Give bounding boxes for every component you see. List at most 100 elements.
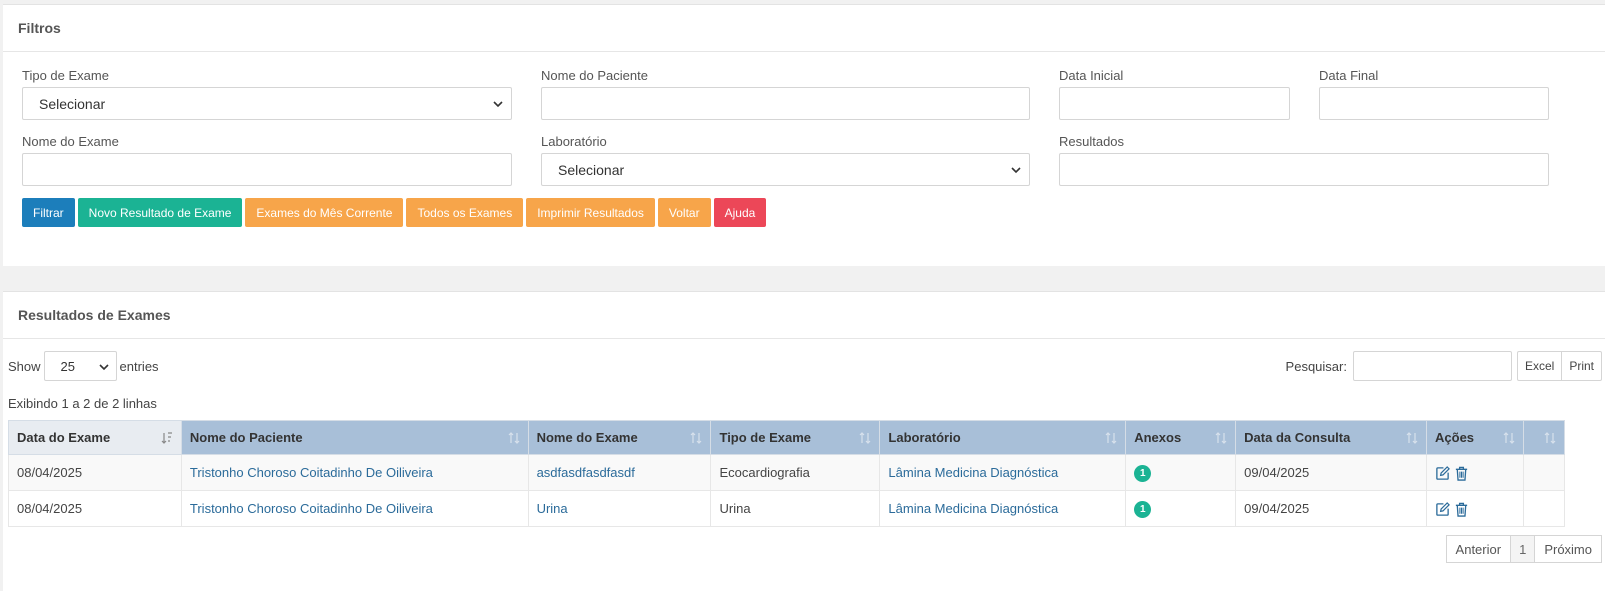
- laboratorio-label: Laboratório: [541, 134, 607, 149]
- filter-buttons: Filtrar Novo Resultado de Exame Exames d…: [22, 198, 767, 227]
- col-label: Tipo de Exame: [719, 430, 811, 445]
- search-input[interactable]: [1352, 351, 1512, 381]
- todos-exames-button[interactable]: Todos os Exames: [406, 198, 524, 227]
- entries-value: 25: [60, 358, 75, 374]
- patient-link[interactable]: Tristonho Choroso Coitadinho De Oiliveir…: [190, 465, 433, 480]
- nome-paciente-input[interactable]: [541, 87, 1030, 120]
- sort-icon: [1544, 432, 1556, 444]
- col-label: Ações: [1435, 430, 1475, 445]
- exam-link[interactable]: Urina: [537, 501, 568, 516]
- laboratorio-value: Selecionar: [558, 161, 625, 178]
- results-table: Data do Exame Nome do Paciente Nome do E…: [8, 420, 1566, 527]
- laboratory-link[interactable]: Lâmina Medicina Diagnóstica: [888, 465, 1058, 480]
- exames-mes-corrente-button[interactable]: Exames do Mês Corrente: [245, 198, 404, 227]
- laboratory-link[interactable]: Lâmina Medicina Diagnóstica: [888, 501, 1058, 516]
- col-label: Laboratório: [888, 430, 961, 445]
- attachments-badge[interactable]: 1: [1134, 500, 1152, 518]
- tipo-exame-value: Selecionar: [39, 95, 106, 112]
- patient-link[interactable]: Tristonho Choroso Coitadinho De Oiliveir…: [190, 501, 433, 516]
- col-label: Nome do Paciente: [189, 430, 303, 445]
- data-inicial-input[interactable]: [1059, 87, 1290, 120]
- show-entries: Show 25 entries: [8, 351, 159, 381]
- nome-paciente-label: Nome do Paciente: [541, 68, 648, 83]
- attachments-badge[interactable]: 1: [1134, 464, 1152, 482]
- imprimir-resultados-button[interactable]: Imprimir Resultados: [526, 198, 655, 227]
- filtrar-button[interactable]: Filtrar: [22, 198, 75, 227]
- sort-icon: [1215, 432, 1227, 444]
- data-inicial-field: Data Inicial: [1059, 68, 1290, 120]
- edit-icon[interactable]: [1435, 465, 1450, 481]
- results-panel: Resultados de Exames Show 25 entries Pes…: [3, 291, 1605, 591]
- chevron-down-icon: [493, 101, 503, 108]
- tipo-exame-field: Tipo de Exame Selecionar: [22, 68, 512, 120]
- sort-asc-icon: [161, 432, 172, 444]
- chevron-down-icon: [98, 364, 109, 371]
- col-nome-exame[interactable]: Nome do Exame: [527, 420, 712, 455]
- nome-exame-input[interactable]: [22, 153, 512, 186]
- col-laboratorio[interactable]: Laboratório: [879, 420, 1127, 455]
- voltar-button[interactable]: Voltar: [657, 198, 711, 227]
- col-label: Nome do Exame: [536, 430, 638, 445]
- col-nome-paciente[interactable]: Nome do Paciente: [180, 420, 529, 455]
- col-acoes[interactable]: Ações: [1426, 420, 1524, 455]
- resultados-input[interactable]: [1059, 153, 1549, 186]
- chevron-down-icon: [1011, 167, 1021, 174]
- page-1-button[interactable]: 1: [1511, 535, 1536, 563]
- resultados-label: Resultados: [1059, 134, 1125, 149]
- data-inicial-label: Data Inicial: [1059, 68, 1124, 83]
- table-row: 08/04/2025 Tristonho Choroso Coitadinho …: [8, 490, 1566, 527]
- tipo-exame-select[interactable]: Selecionar: [22, 87, 512, 120]
- cell-data-exame: 08/04/2025: [8, 490, 182, 527]
- sort-icon: [508, 432, 520, 444]
- print-button[interactable]: Print: [1562, 351, 1602, 381]
- laboratorio-field: Laboratório Selecionar: [541, 134, 1030, 186]
- cell-tipo-exame: Urina: [710, 490, 881, 527]
- col-extra[interactable]: [1522, 420, 1566, 455]
- ajuda-button[interactable]: Ajuda: [713, 198, 767, 227]
- trash-icon[interactable]: [1454, 466, 1469, 481]
- nome-paciente-field: Nome do Paciente: [541, 68, 1030, 120]
- nome-exame-field: Nome do Exame: [22, 134, 512, 186]
- cell-data-consulta: 09/04/2025: [1235, 454, 1428, 491]
- laboratorio-select[interactable]: Selecionar: [541, 153, 1030, 186]
- nome-exame-label: Nome do Exame: [22, 134, 119, 149]
- table-info: Exibindo 1 a 2 de 2 linhas: [8, 396, 157, 411]
- search-label: Pesquisar:: [1285, 358, 1347, 374]
- excel-button[interactable]: Excel: [1516, 351, 1563, 381]
- cell-extra: [1522, 490, 1566, 527]
- col-data-exame[interactable]: Data do Exame: [8, 420, 182, 455]
- sort-icon: [691, 432, 702, 444]
- row-actions: [1435, 501, 1469, 517]
- prev-page-button[interactable]: Anterior: [1445, 535, 1512, 563]
- filters-panel: Filtros Tipo de Exame Selecionar Nome do…: [3, 4, 1605, 266]
- pagination: Anterior 1 Próximo: [1445, 535, 1602, 563]
- tipo-exame-label: Tipo de Exame: [22, 68, 109, 83]
- col-anexos[interactable]: Anexos: [1125, 420, 1237, 455]
- show-label: Show: [8, 358, 41, 374]
- edit-icon[interactable]: [1435, 501, 1450, 517]
- next-page-button[interactable]: Próximo: [1535, 535, 1602, 563]
- exam-link[interactable]: asdfasdfasdfasdf: [537, 465, 635, 480]
- results-title: Resultados de Exames: [3, 292, 1605, 339]
- col-label: Data da Consulta: [1244, 430, 1351, 445]
- table-row: 08/04/2025 Tristonho Choroso Coitadinho …: [8, 454, 1566, 491]
- cell-data-consulta: 09/04/2025: [1235, 490, 1428, 527]
- data-final-field: Data Final: [1319, 68, 1549, 120]
- col-tipo-exame[interactable]: Tipo de Exame: [710, 420, 881, 455]
- col-label: Data do Exame: [17, 430, 111, 445]
- data-final-input[interactable]: [1319, 87, 1549, 120]
- search-area: Pesquisar: Excel Print: [1286, 351, 1602, 381]
- cell-data-exame: 08/04/2025: [8, 454, 182, 491]
- table-header-row: Data do Exame Nome do Paciente Nome do E…: [8, 420, 1566, 455]
- col-label: Anexos: [1134, 430, 1182, 445]
- cell-tipo-exame: Ecocardiografia: [710, 454, 881, 491]
- sort-icon: [1105, 432, 1117, 444]
- novo-resultado-button[interactable]: Novo Resultado de Exame: [77, 198, 243, 227]
- data-final-label: Data Final: [1319, 68, 1379, 83]
- resultados-field: Resultados: [1059, 134, 1549, 186]
- sort-icon: [859, 432, 871, 444]
- entries-select[interactable]: 25: [43, 351, 117, 381]
- entries-label: entries: [119, 358, 159, 374]
- trash-icon[interactable]: [1454, 502, 1469, 517]
- col-data-consulta[interactable]: Data da Consulta: [1235, 420, 1428, 455]
